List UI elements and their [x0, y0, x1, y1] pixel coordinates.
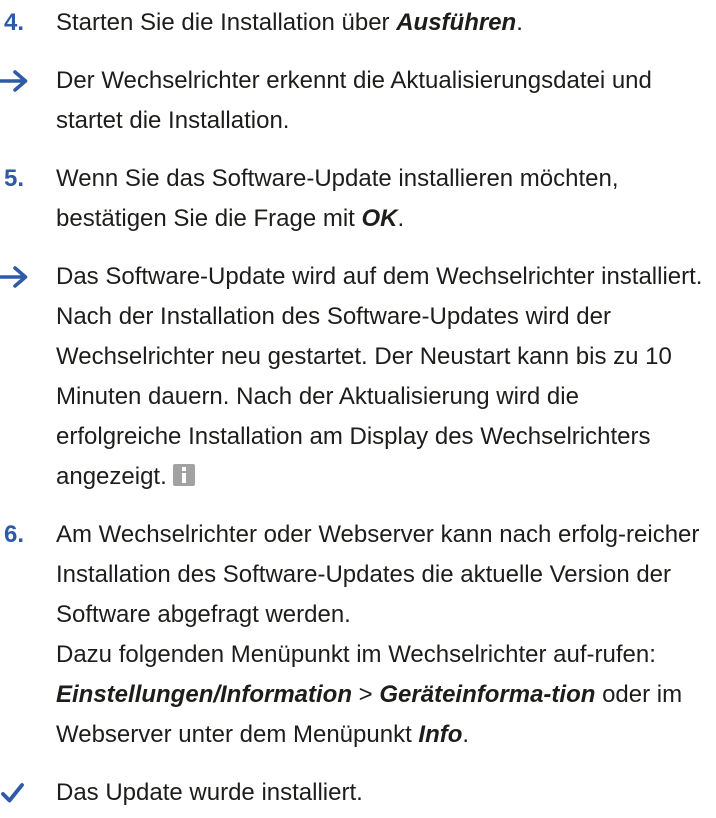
step-number: 5.	[4, 165, 25, 192]
arrow-right-icon	[0, 61, 48, 101]
step-4-text-end: .	[516, 9, 523, 36]
result-5-text: Das Software-Update wird auf dem Wechsel…	[56, 263, 703, 490]
step-number: 4.	[4, 9, 25, 36]
menu-path-separator: >	[352, 681, 380, 708]
step-5-text-end: .	[397, 205, 405, 232]
step-5-marker: 5.	[0, 159, 48, 199]
result-4-text: Der Wechselrichter erkennt die Aktualisi…	[56, 67, 652, 134]
step-4-emphasis: Ausführen	[396, 9, 517, 36]
checkmark-icon	[0, 773, 48, 813]
step-6-text: Dazu folgenden Menüpunkt im Wechselricht…	[56, 641, 656, 668]
info-icon	[172, 464, 195, 486]
step-6-marker: 6.	[0, 515, 48, 555]
step-4-text: Starten Sie die Installation über	[56, 9, 397, 36]
result-done: Das Update wurde installiert.	[0, 773, 716, 813]
step-4: 4. Starten Sie die Installation über Aus…	[0, 3, 716, 43]
menu-path-device-info: Geräteinforma-tion	[379, 681, 596, 708]
result-5: Das Software-Update wird auf dem Wechsel…	[0, 257, 716, 497]
menu-item-info: Info	[418, 721, 463, 748]
result-4: Der Wechselrichter erkennt die Aktualisi…	[0, 61, 716, 141]
step-5: 5. Wenn Sie das Software-Update installi…	[0, 159, 716, 239]
step-5-emphasis: OK	[361, 205, 398, 232]
step-number: 6.	[4, 521, 25, 548]
step-5-text: Wenn Sie das Software-Update installiere…	[56, 165, 619, 232]
menu-path-settings: Einstellungen/Information	[56, 681, 353, 708]
step-6-paragraph-1: Am Wechselrichter oder Webserver kann na…	[56, 521, 700, 628]
arrow-right-icon	[0, 257, 48, 297]
step-6-text-end: .	[462, 721, 470, 748]
step-4-marker: 4.	[0, 3, 48, 43]
step-6: 6. Am Wechselrichter oder Webserver kann…	[0, 515, 716, 755]
step-6-paragraph-2: Dazu folgenden Menüpunkt im Wechselricht…	[56, 635, 708, 755]
done-text: Das Update wurde installiert.	[56, 779, 363, 806]
instruction-list: 4. Starten Sie die Installation über Aus…	[0, 0, 716, 813]
